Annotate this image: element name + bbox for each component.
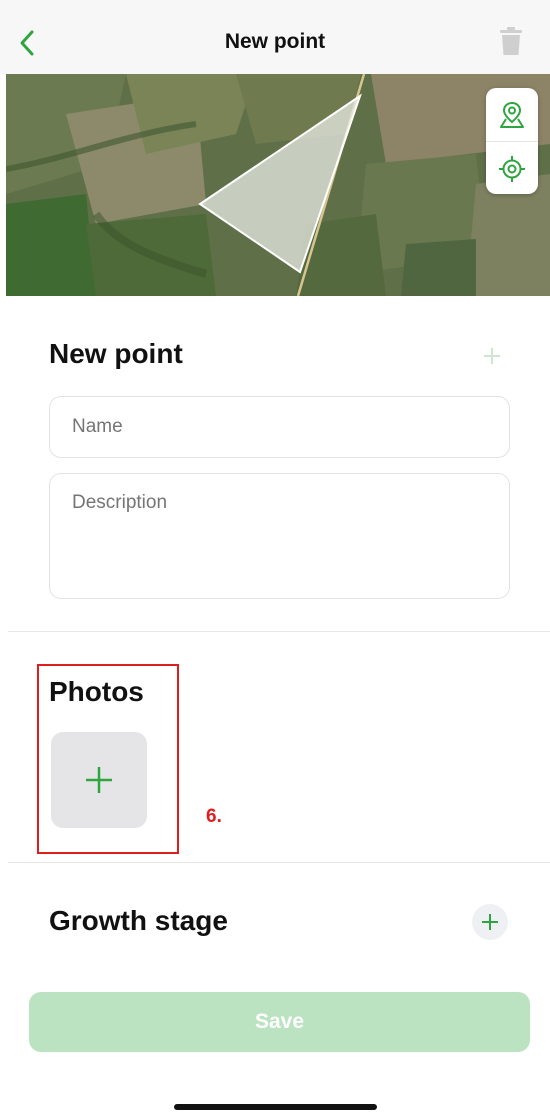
name-input[interactable]	[49, 396, 510, 458]
trash-icon	[500, 27, 522, 55]
point-add-button[interactable]	[474, 338, 510, 374]
growth-stage-title: Growth stage	[49, 905, 228, 936]
satellite-imagery	[6, 74, 550, 296]
add-photo-button[interactable]	[51, 732, 147, 828]
step-annotation: 6.	[206, 806, 222, 827]
save-button[interactable]: Save	[29, 992, 530, 1052]
point-section-title: New point	[49, 338, 183, 369]
map-pin-icon	[500, 101, 524, 128]
plus-icon	[484, 348, 500, 364]
description-input[interactable]	[49, 473, 510, 599]
delete-button[interactable]	[498, 24, 524, 58]
map-controls	[486, 88, 538, 194]
locate-target-icon	[499, 155, 525, 182]
divider	[8, 631, 550, 632]
home-indicator	[174, 1104, 377, 1110]
growth-stage-add-button[interactable]	[472, 904, 508, 940]
nav-title: New point	[224, 30, 326, 53]
map-pin-button[interactable]	[486, 88, 538, 141]
plus-icon	[86, 767, 112, 793]
plus-icon	[482, 914, 498, 930]
map-view[interactable]	[6, 74, 550, 296]
nav-bar: New point	[0, 0, 550, 74]
divider	[8, 862, 550, 863]
locate-button[interactable]	[486, 141, 538, 195]
